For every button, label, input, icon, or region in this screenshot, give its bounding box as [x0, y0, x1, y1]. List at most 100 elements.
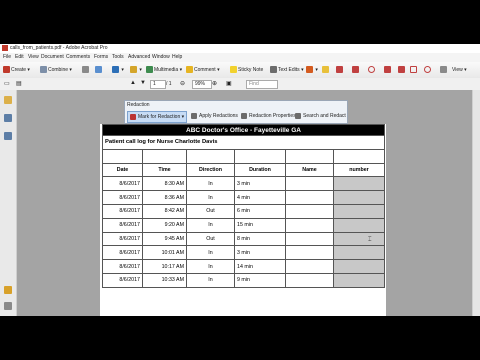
column-header-duration: Duration [234, 162, 286, 178]
cell-name [285, 190, 334, 205]
sticky-note-button[interactable]: Sticky Note [230, 66, 263, 75]
bookmarks-icon[interactable] [4, 114, 12, 122]
view-button[interactable]: View ▾ [452, 66, 467, 75]
apply-redactions-button[interactable]: Apply Redactions [189, 111, 240, 121]
highlight-icon [322, 66, 329, 74]
combine-icon [40, 66, 47, 74]
comment-button[interactable]: Comment ▾ [186, 66, 220, 75]
comment-icon [186, 66, 193, 74]
menu-help[interactable]: Help [172, 53, 182, 62]
column-header-time: Time [142, 162, 187, 178]
cell-duration: 3 min [234, 245, 286, 261]
document-title: ABC Doctor's Office - Fayetteville GA [102, 124, 385, 136]
mail-button[interactable] [95, 66, 103, 75]
polygon-icon [424, 66, 431, 74]
cell-direction: Out [186, 203, 235, 219]
menu-edit[interactable]: Edit [15, 53, 24, 62]
oval-button[interactable] [368, 66, 376, 75]
redaction-mark[interactable] [333, 272, 385, 288]
highlight-button[interactable] [322, 66, 330, 75]
cell-date: 8/6/2017 [102, 272, 143, 288]
fit-page-icon[interactable]: ▣ [226, 80, 232, 87]
zoom-out-icon[interactable]: ⊖ [180, 80, 185, 87]
mail-icon [95, 66, 102, 74]
save-icon[interactable]: ▤ [16, 80, 22, 87]
redaction-mark[interactable] [333, 176, 385, 192]
menu-forms[interactable]: Forms [94, 53, 108, 62]
next-page-icon[interactable]: ▼ [140, 80, 146, 86]
redaction-mark[interactable] [333, 203, 385, 219]
multimedia-button[interactable]: Multimedia ▾ [146, 66, 182, 75]
cell-duration: 4 min [234, 190, 286, 205]
cloud-icon [384, 66, 391, 74]
column-header-name: Name [285, 162, 334, 178]
secure-button[interactable]: ▾ [130, 66, 142, 75]
page-total: / 1 [166, 81, 172, 87]
screen: calls_from_patients.pdf - Adobe Acrobat … [0, 0, 480, 360]
cell-direction: In [186, 245, 235, 261]
signatures-icon[interactable] [4, 132, 12, 140]
table-row: 8/6/2017 10:01 AM In 3 min [102, 245, 385, 261]
find-input[interactable]: Find [246, 80, 278, 89]
cell-name [285, 203, 334, 219]
crosshair-cursor-icon: ⌶ [368, 237, 372, 243]
text-edits-button[interactable]: Text Edits ▾ [270, 66, 304, 75]
polygon-button[interactable] [424, 66, 432, 75]
mark-redaction-icon [130, 113, 136, 120]
document-subtitle: Patient call log for Nurse Charlotte Dav… [102, 135, 385, 150]
cell-direction: In [186, 259, 235, 274]
search-and-redact-button[interactable]: Search and Redact [293, 111, 348, 121]
eraser-button[interactable] [440, 66, 448, 75]
zoom-in-icon[interactable]: ⊕ [212, 80, 217, 87]
cloud-button[interactable] [384, 66, 392, 75]
table-row: 8/6/2017 8:30 AM In 3 min [102, 176, 385, 192]
redaction-mark[interactable] [333, 259, 385, 274]
cell-date: 8/6/2017 [102, 259, 143, 274]
apply-redactions-icon [191, 112, 197, 119]
cell-duration: 15 min [234, 217, 286, 233]
previous-page-icon[interactable]: ▲ [130, 80, 136, 86]
redaction-mark[interactable] [333, 217, 385, 233]
stamp-button[interactable]: ▾ [306, 66, 318, 75]
menu-comments[interactable]: Comments [66, 53, 90, 62]
table-row: 8/6/2017 10:33 AM In 9 min [102, 272, 385, 288]
line-button[interactable] [352, 66, 360, 75]
attachments-icon[interactable] [4, 302, 12, 310]
arrow-button[interactable] [336, 66, 344, 75]
cell-date: 8/6/2017 [102, 190, 143, 205]
pencil-icon [398, 66, 405, 74]
menu-view[interactable]: View [28, 53, 39, 62]
redaction-properties-button[interactable]: Redaction Properties [239, 111, 298, 121]
cell-duration: 3 min [234, 176, 286, 192]
cell-time: 10:33 AM [142, 272, 187, 288]
rectangle-icon [410, 66, 417, 74]
redaction-mark[interactable] [333, 245, 385, 261]
menu-window[interactable]: Window [152, 53, 170, 62]
zoom-input[interactable]: 99% [192, 80, 212, 89]
cell-time: 8:30 AM [142, 176, 187, 192]
mark-for-redaction-button[interactable]: Mark for Redaction ▾ [127, 111, 188, 123]
create-icon [3, 66, 10, 74]
redaction-mark[interactable] [333, 231, 385, 247]
open-icon[interactable]: ▭ [4, 80, 10, 87]
menu-advanced[interactable]: Advanced [128, 53, 150, 62]
pencil-button[interactable] [398, 66, 406, 75]
menu-document[interactable]: Document [41, 53, 64, 62]
pages-icon[interactable] [4, 96, 12, 104]
cell-date: 8/6/2017 [102, 176, 143, 192]
vertical-scrollbar[interactable] [472, 90, 480, 316]
page-number-input[interactable]: 1 [150, 80, 166, 89]
layers-icon[interactable] [4, 286, 12, 294]
cell-time: 9:45 AM [142, 231, 187, 247]
menu-file[interactable]: File [3, 53, 11, 62]
create-button[interactable]: Create ▾ [3, 66, 30, 75]
rectangle-button[interactable] [410, 66, 418, 75]
redaction-properties-icon [241, 112, 247, 119]
menu-tools[interactable]: Tools [112, 53, 124, 62]
redaction-mark[interactable] [333, 190, 385, 205]
line-icon [352, 66, 359, 74]
combine-button[interactable]: Combine ▾ [40, 66, 72, 75]
sign-button[interactable]: ▾ [112, 66, 124, 75]
print-button[interactable] [82, 66, 90, 75]
print-icon [82, 66, 89, 74]
